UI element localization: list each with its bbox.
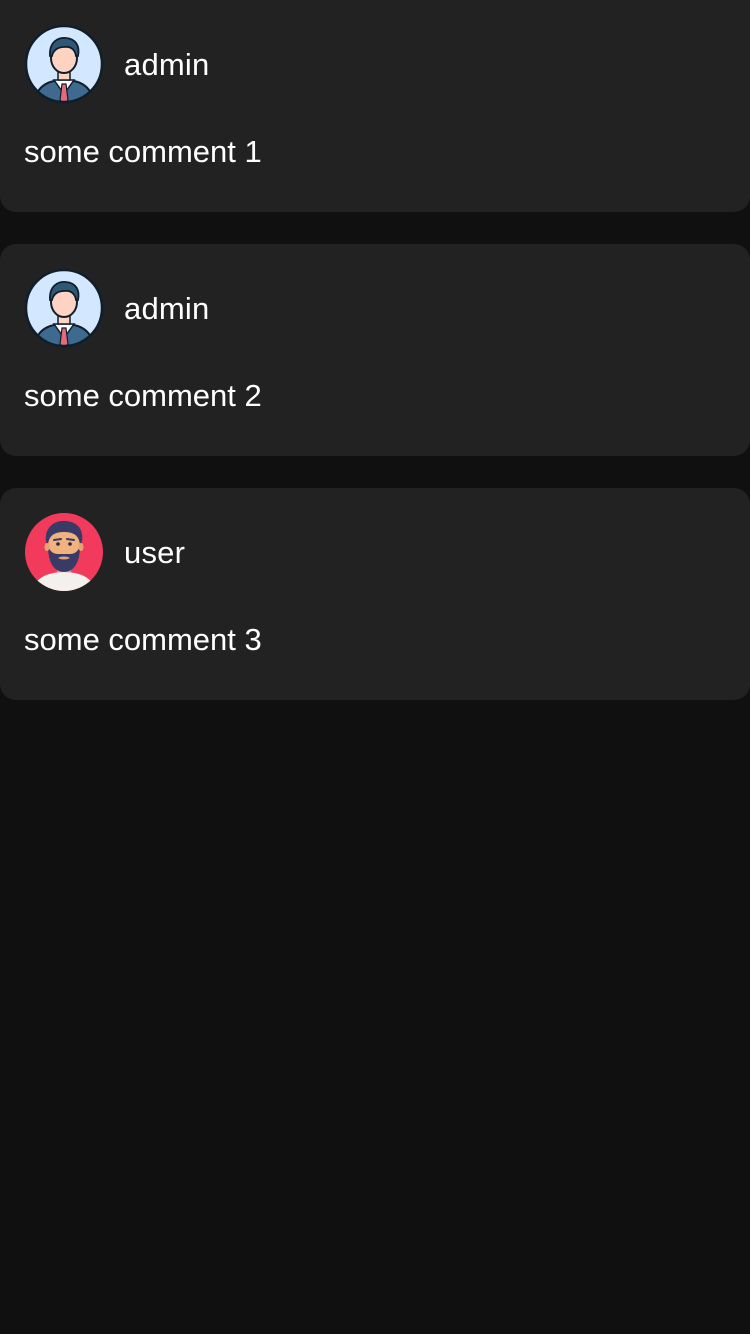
comment-header: user [24, 512, 726, 592]
comment-author: admin [124, 290, 210, 326]
comment-text: some comment 3 [24, 622, 262, 657]
comment-header: admin [24, 268, 726, 348]
admin-avatar-icon[interactable] [24, 268, 104, 348]
comment-card: user some comment 3 [0, 488, 750, 700]
comment-author: user [124, 534, 186, 570]
comment-header: admin [24, 24, 726, 104]
user-avatar-icon[interactable] [24, 512, 104, 592]
comment-text: some comment 2 [24, 378, 262, 413]
admin-avatar-icon[interactable] [24, 24, 104, 104]
comment-card: admin some comment 1 [0, 0, 750, 212]
comment-text: some comment 1 [24, 134, 262, 169]
comment-author: admin [124, 46, 210, 82]
comment-list: admin some comment 1 admin some comment … [0, 0, 750, 700]
comment-card: admin some comment 2 [0, 244, 750, 456]
